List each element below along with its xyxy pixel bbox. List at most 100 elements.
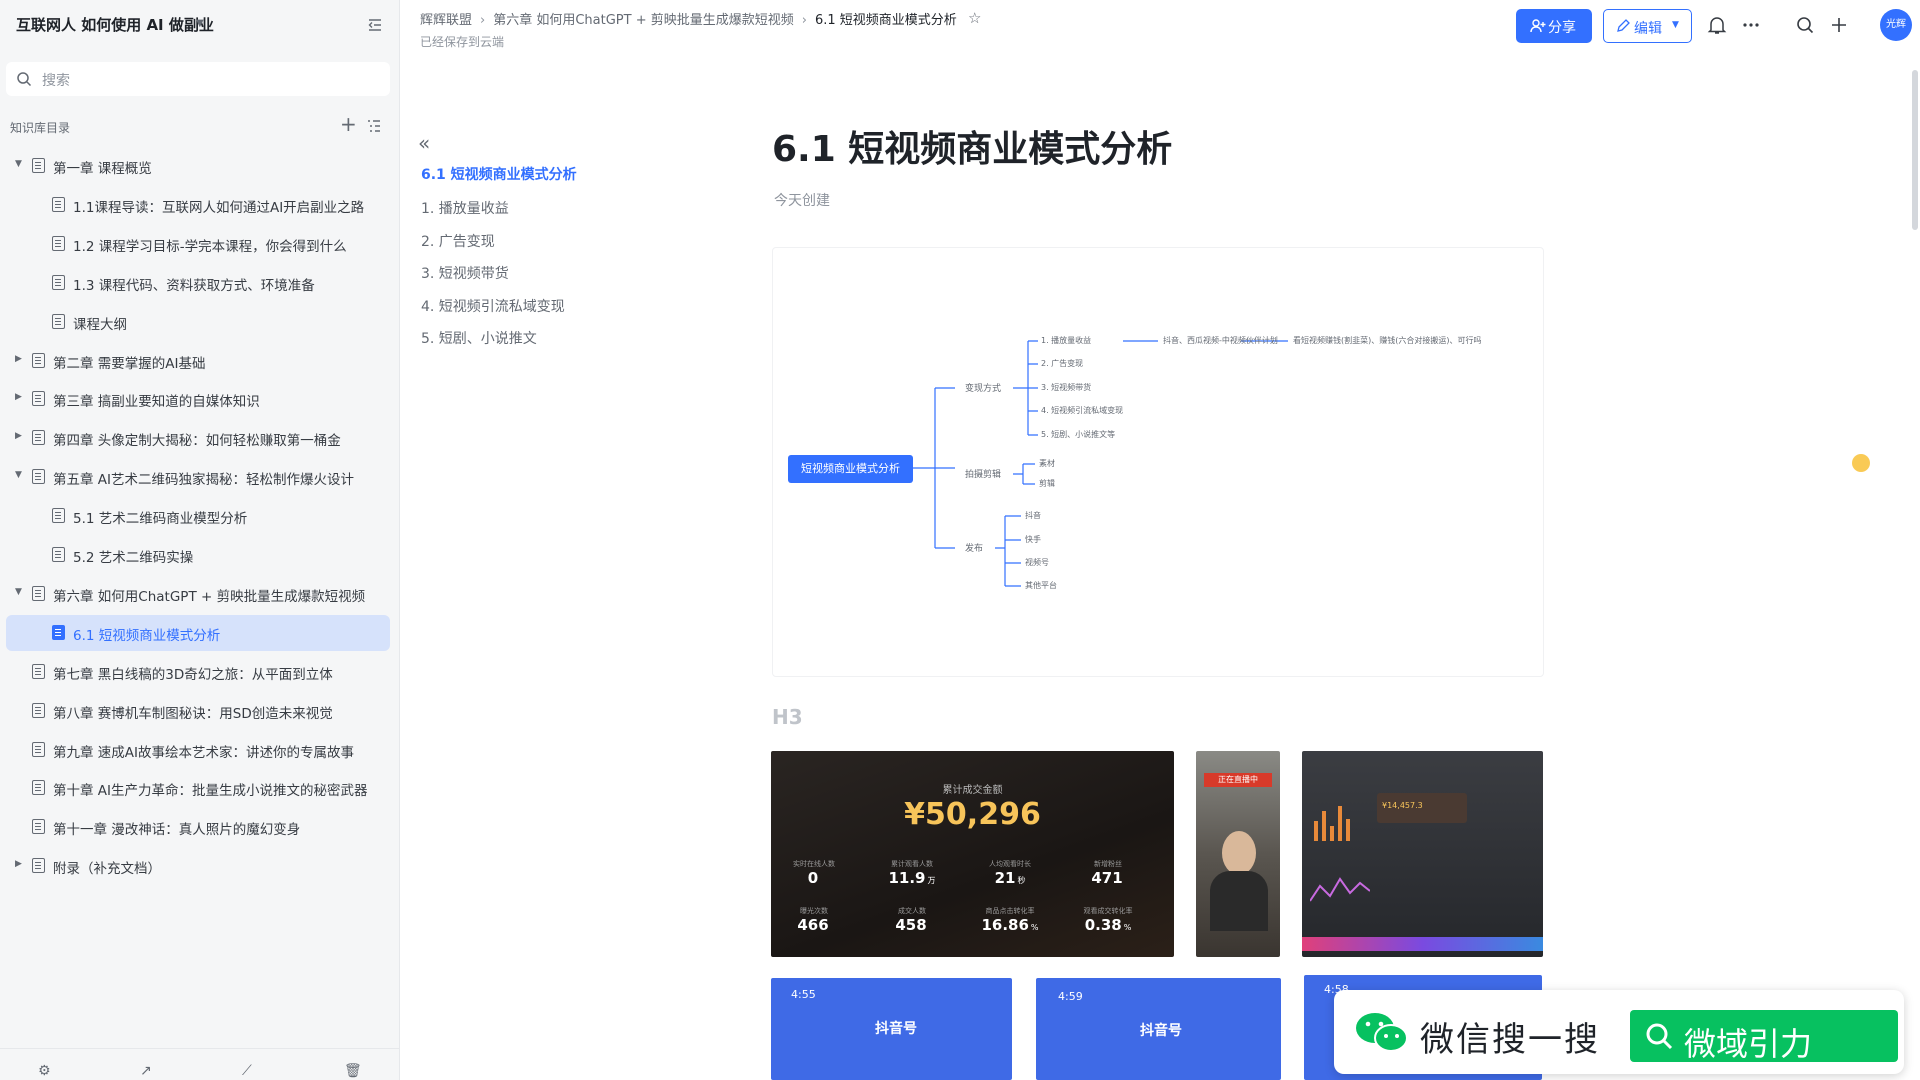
- list-icon[interactable]: [366, 118, 382, 134]
- toc-item[interactable]: 6.1 短视频商业模式分析: [421, 164, 577, 184]
- sidebar-item-label: 第七章 黑白线稿的3D奇幻之旅：从平面到立体: [53, 667, 333, 683]
- sidebar-item[interactable]: 第十一章 漫改神话：真人照片的魔幻变身: [6, 809, 390, 845]
- sidebar-item[interactable]: ▼ 第五章 AI艺术二维码独家揭秘：轻松制作爆火设计: [6, 459, 390, 495]
- stat-label: 曝光次数: [800, 907, 828, 915]
- mindmap-branch: 变现方式: [965, 384, 1002, 394]
- sidebar-item[interactable]: ▶ 附录（补充文档）: [6, 848, 390, 884]
- mindmap-root[interactable]: 短视频商业模式分析: [788, 455, 913, 483]
- bell-icon[interactable]: [1706, 14, 1728, 36]
- phone-screenshot[interactable]: 4:59 抖音号: [1036, 978, 1281, 1080]
- avatar[interactable]: 光辉: [1880, 9, 1912, 41]
- caret-right-icon[interactable]: ▶: [15, 859, 22, 869]
- sidebar-item[interactable]: 6.1 短视频商业模式分析: [6, 615, 390, 651]
- cursor-highlight: [1852, 454, 1870, 472]
- collapse-toc-icon[interactable]: «: [418, 131, 430, 155]
- collapse-sidebar-icon[interactable]: [366, 16, 384, 34]
- dashboard-value: ¥14,457.3: [1382, 801, 1423, 810]
- caret-down-icon[interactable]: ▼: [15, 470, 22, 480]
- document-icon: [52, 508, 65, 523]
- stat-value: 466: [779, 916, 849, 934]
- document-icon: [32, 391, 45, 406]
- livestream-screenshot[interactable]: 正在直播中: [1196, 751, 1280, 957]
- mindmap-leaf: 3. 短视频带货: [1041, 383, 1092, 392]
- mindmap-detail: 看短视频赚钱(割韭菜)、赚钱(六合对接搬运)、可行吗: [1293, 336, 1482, 345]
- stat-unit: 万: [927, 876, 936, 885]
- chevron-down-icon[interactable]: ▼: [196, 18, 204, 29]
- toc-item[interactable]: 5. 短剧、小说推文: [421, 328, 537, 348]
- toc-item[interactable]: 3. 短视频带货: [421, 263, 509, 283]
- search-icon[interactable]: [1794, 14, 1816, 36]
- toc-item[interactable]: 2. 广告变现: [421, 231, 495, 251]
- stat-unit: 秒: [1017, 876, 1026, 885]
- stats-icon[interactable]: ⟋: [242, 1063, 258, 1079]
- sidebar-item[interactable]: ▶ 第二章 需要掌握的AI基础: [6, 343, 390, 379]
- mindmap-branch: 拍摄剪辑: [965, 470, 1002, 480]
- sidebar-item[interactable]: ▼ 第六章 如何用ChatGPT + 剪映批量生成爆款短视频: [6, 576, 390, 612]
- sidebar-item[interactable]: 1.2 课程学习目标-学完本课程，你会得到什么: [6, 226, 390, 262]
- caret-down-icon[interactable]: ▼: [15, 159, 22, 169]
- heading-placeholder[interactable]: H3: [772, 705, 803, 729]
- document-icon: [52, 236, 65, 251]
- more-icon[interactable]: [1740, 14, 1762, 36]
- add-icon[interactable]: +: [340, 114, 357, 134]
- sidebar-item[interactable]: 第九章 速成AI故事绘本艺术家：讲述你的专属故事: [6, 732, 390, 768]
- search-input[interactable]: 搜索: [6, 62, 390, 96]
- stat-number: 466: [797, 916, 829, 934]
- sidebar-item[interactable]: 第七章 黑白线稿的3D奇幻之旅：从平面到立体: [6, 654, 390, 690]
- watermark-button-label: 微域引力: [1684, 1025, 1813, 1063]
- caret-right-icon[interactable]: ▶: [15, 354, 22, 364]
- sidebar-footer: ⚙ ↗ ⟋ 🗑: [0, 1048, 400, 1080]
- phone-screenshot[interactable]: 4:55 抖音号: [771, 978, 1012, 1080]
- sidebar-item[interactable]: ▼ 第一章 课程概览: [6, 148, 390, 184]
- sidebar-item[interactable]: 1.1课程导读：互联网人如何通过AI开启副业之路: [6, 187, 390, 223]
- save-status: 已经保存到云端: [420, 35, 505, 49]
- dashboard-screenshot[interactable]: ¥14,457.3: [1302, 751, 1543, 957]
- stat-label: 新增粉丝: [1094, 860, 1122, 868]
- stat-label: 实时在线人数: [793, 860, 835, 868]
- breadcrumb-item[interactable]: 第六章 如何用ChatGPT + 剪映批量生成爆款短视频: [493, 13, 794, 28]
- stat-label: 累计观看人数: [891, 860, 933, 868]
- stat-number: 11.9: [888, 869, 926, 887]
- stat-number: 0: [807, 869, 819, 887]
- sidebar-item[interactable]: ▶ 第四章 头像定制大揭秘：如何轻松赚取第一桶金: [6, 420, 390, 456]
- stat-label: 商品点击转化率: [985, 907, 1035, 915]
- share-link-icon[interactable]: ↗: [140, 1063, 156, 1079]
- toc-item[interactable]: 1. 播放量收益: [421, 198, 509, 218]
- document-icon: [32, 469, 45, 484]
- mindmap[interactable]: 短视频商业模式分析 变现方式 拍摄剪辑 发布 1. 播放量收益 2. 广告变现 …: [772, 247, 1544, 677]
- caret-down-icon[interactable]: ▼: [15, 587, 22, 597]
- stat-value: 0.38%: [1073, 916, 1143, 934]
- sidebar-item[interactable]: 课程大纲: [6, 304, 390, 340]
- stat-number: 458: [895, 916, 927, 934]
- wechat-search-watermark: 微信搜一搜 微域引力: [1334, 990, 1904, 1074]
- caret-right-icon[interactable]: ▶: [15, 431, 22, 441]
- sidebar-item[interactable]: 1.3 课程代码、资料获取方式、环境准备: [6, 265, 390, 301]
- stat-value: 471: [1073, 869, 1143, 887]
- settings-icon[interactable]: ⚙: [38, 1063, 54, 1079]
- sidebar-item[interactable]: 第八章 赛博机车制图秘诀：用SD创造未来视觉: [6, 693, 390, 729]
- stat-unit: %: [1123, 923, 1132, 932]
- caret-right-icon[interactable]: ▶: [15, 392, 22, 402]
- workspace-title[interactable]: 互联网人 如何使用 AI 做副业: [16, 14, 214, 35]
- scrollbar[interactable]: [1912, 70, 1918, 230]
- phone-time: 4:59: [1058, 990, 1083, 1003]
- sidebar-item[interactable]: 第十章 AI生产力革命：批量生成小说推文的秘密武器: [6, 770, 390, 806]
- stats-screenshot[interactable]: 累计成交金额 ¥50,296 实时在线人数 0 累计观看人数 11.9 万 人均观看时长 2…: [771, 751, 1174, 957]
- breadcrumb-current[interactable]: 6.1 短视频商业模式分析: [815, 13, 957, 28]
- sidebar-item[interactable]: ▶ 第三章 搞副业要知道的自媒体知识: [6, 381, 390, 417]
- stat-value: 11.9 万: [877, 869, 947, 887]
- star-icon[interactable]: ☆: [968, 9, 981, 27]
- person-body: [1210, 871, 1268, 931]
- sidebar-item[interactable]: 5.1 艺术二维码商业模型分析: [6, 498, 390, 534]
- toc-item[interactable]: 4. 短视频引流私域变现: [421, 296, 565, 316]
- watermark-search-button: 微域引力: [1630, 1010, 1898, 1063]
- edit-button[interactable]: 编辑 ▼: [1603, 9, 1692, 43]
- sidebar-item-label: 6.1 短视频商业模式分析: [73, 628, 221, 644]
- sidebar-item[interactable]: 5.2 艺术二维码实操: [6, 537, 390, 573]
- trash-icon[interactable]: 🗑: [344, 1063, 362, 1079]
- plus-icon[interactable]: [1828, 14, 1850, 36]
- breadcrumb-item[interactable]: 辉辉联盟: [420, 13, 472, 28]
- share-button[interactable]: 分享: [1516, 9, 1592, 43]
- page-title: 6.1 短视频商业模式分析: [772, 129, 1173, 170]
- sidebar-item-label: 5.1 艺术二维码商业模型分析: [73, 511, 248, 527]
